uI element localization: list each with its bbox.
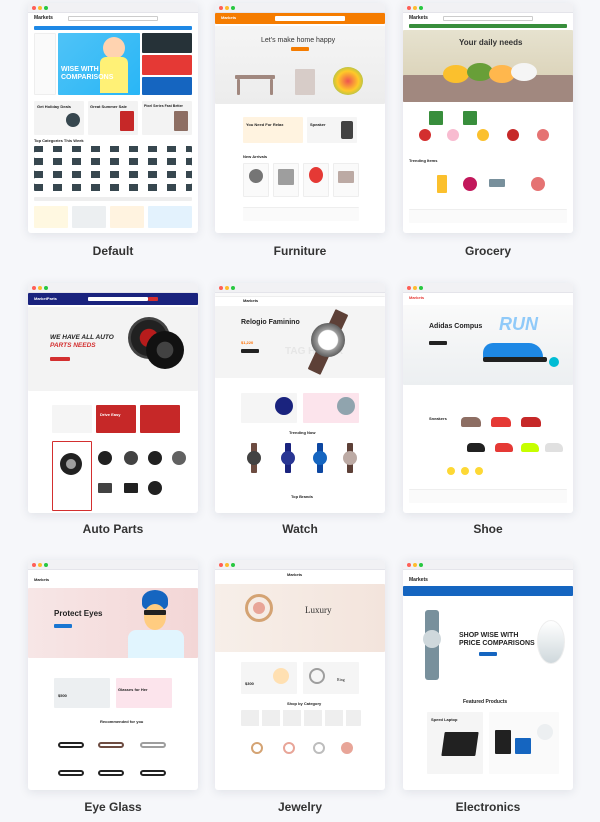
promo-title: Glasses for Her — [118, 687, 148, 692]
hero-line-1: WE HAVE ALL AUTO — [50, 334, 114, 341]
hero-line-2: PRICE COMPARISONS — [459, 640, 535, 647]
theme-card-jewelry[interactable]: Markets Luxury $300 Ring Shop by Categor… — [215, 560, 385, 790]
theme-label[interactable]: Grocery — [403, 244, 573, 258]
promo-title: Speed Laptop — [431, 717, 458, 722]
theme-label[interactable]: Eye Glass — [28, 800, 198, 814]
hero-title: Relogio Faminino — [241, 319, 300, 326]
brand-logo: Markets — [34, 577, 50, 582]
brand-logo: Markets — [287, 572, 303, 577]
brand-logo: Markets — [221, 15, 237, 20]
hero-line-2: PARTS NEEDS — [50, 342, 96, 349]
section-title: Top Brands — [291, 494, 313, 499]
hero-banner — [215, 584, 385, 652]
section-title: Top Categories This Week — [34, 138, 84, 143]
hero-title: Let's make home happy — [261, 37, 336, 44]
theme-label[interactable]: Default — [28, 244, 198, 258]
promo-title: Great Summer Sale — [90, 104, 127, 109]
theme-preview-auto-parts: MarketParts WE HAVE ALL AUTO PARTS NEEDS… — [28, 293, 198, 513]
hero-price: $1,220 — [241, 340, 254, 345]
section-title: Shop by Category — [287, 701, 322, 706]
theme-label[interactable]: Watch — [215, 522, 385, 536]
promo-price: $500 — [58, 693, 67, 698]
theme-label[interactable]: Auto Parts — [28, 522, 198, 536]
hero-line-1: SHOP WISE WITH — [459, 632, 519, 639]
hero-title: Adidas Compus — [429, 323, 483, 330]
theme-label[interactable]: Jewelry — [215, 800, 385, 814]
section-title: Trending Now — [289, 430, 316, 435]
section-title: Featured Products — [463, 699, 508, 705]
brand-logo: Markets — [243, 298, 259, 303]
window-controls — [28, 3, 198, 13]
theme-preview-furniture: Markets Let's make home happy You Need F… — [215, 13, 385, 233]
section-title: New Arrivals — [243, 154, 268, 159]
theme-card-watch[interactable]: Markets TAG HEUER Relogio Faminino $1,22… — [215, 283, 385, 513]
theme-label[interactable]: Electronics — [403, 800, 573, 814]
section-title: Recommended for you — [100, 719, 144, 724]
promo-title: You Need For Relax — [246, 122, 284, 127]
window-controls — [215, 560, 385, 570]
theme-preview-shoe: Markets Adidas Compus RUN Sneakers — [403, 293, 573, 513]
window-controls — [403, 3, 573, 13]
theme-gallery: Markets WISE WITH COMPARISONS Get Holida… — [0, 0, 600, 822]
hero-title: Your daily needs — [459, 38, 523, 47]
brand-logo: Markets — [34, 15, 53, 21]
theme-label[interactable]: Furniture — [215, 244, 385, 258]
theme-card-shoe[interactable]: Markets Adidas Compus RUN Sneakers — [403, 283, 573, 513]
theme-label[interactable]: Shoe — [403, 522, 573, 536]
hero-title: Luxury — [305, 605, 332, 615]
hero-line-1: WISE WITH — [61, 66, 99, 73]
promo-title: Ring — [337, 677, 345, 682]
theme-preview-jewelry: Markets Luxury $300 Ring Shop by Categor… — [215, 570, 385, 790]
theme-card-default[interactable]: Markets WISE WITH COMPARISONS Get Holida… — [28, 3, 198, 233]
promo-price: $300 — [245, 681, 254, 686]
theme-card-electronics[interactable]: Markets SHOP WISE WITH PRICE COMPARISONS… — [403, 560, 573, 790]
theme-preview-watch: Markets TAG HEUER Relogio Faminino $1,22… — [215, 293, 385, 513]
theme-preview-grocery: Markets Your daily needs Trending Items — [403, 13, 573, 233]
brand-logo: Markets — [409, 295, 425, 300]
section-title: Trending Items — [409, 158, 438, 163]
promo-title: Speaker — [310, 122, 326, 127]
theme-preview-electronics: Markets SHOP WISE WITH PRICE COMPARISONS… — [403, 570, 573, 790]
window-controls — [403, 560, 573, 570]
brand-logo: Markets — [409, 577, 428, 583]
promo-title: Drive Easy — [100, 412, 121, 417]
window-controls — [28, 283, 198, 293]
promo-title: Pixel Series Fast Better — [144, 104, 183, 108]
theme-preview-default: Markets WISE WITH COMPARISONS Get Holida… — [28, 13, 198, 233]
window-controls — [215, 3, 385, 13]
hero-title: Protect Eyes — [54, 609, 103, 618]
theme-card-grocery[interactable]: Markets Your daily needs Trending Items — [403, 3, 573, 233]
window-controls — [403, 283, 573, 293]
window-controls — [215, 283, 385, 293]
theme-card-eye-glass[interactable]: Markets Protect Eyes $500 Glasses for He… — [28, 560, 198, 790]
hero-line-2: COMPARISONS — [61, 74, 114, 81]
brand-logo: MarketParts — [34, 296, 57, 301]
window-controls — [28, 560, 198, 570]
theme-card-auto-parts[interactable]: MarketParts WE HAVE ALL AUTO PARTS NEEDS… — [28, 283, 198, 513]
theme-card-furniture[interactable]: Markets Let's make home happy You Need F… — [215, 3, 385, 233]
brand-logo: Markets — [409, 15, 428, 21]
theme-preview-eye-glass: Markets Protect Eyes $500 Glasses for He… — [28, 570, 198, 790]
section-title: Sneakers — [429, 416, 447, 421]
promo-title: Get Holiday Deals — [37, 104, 72, 109]
